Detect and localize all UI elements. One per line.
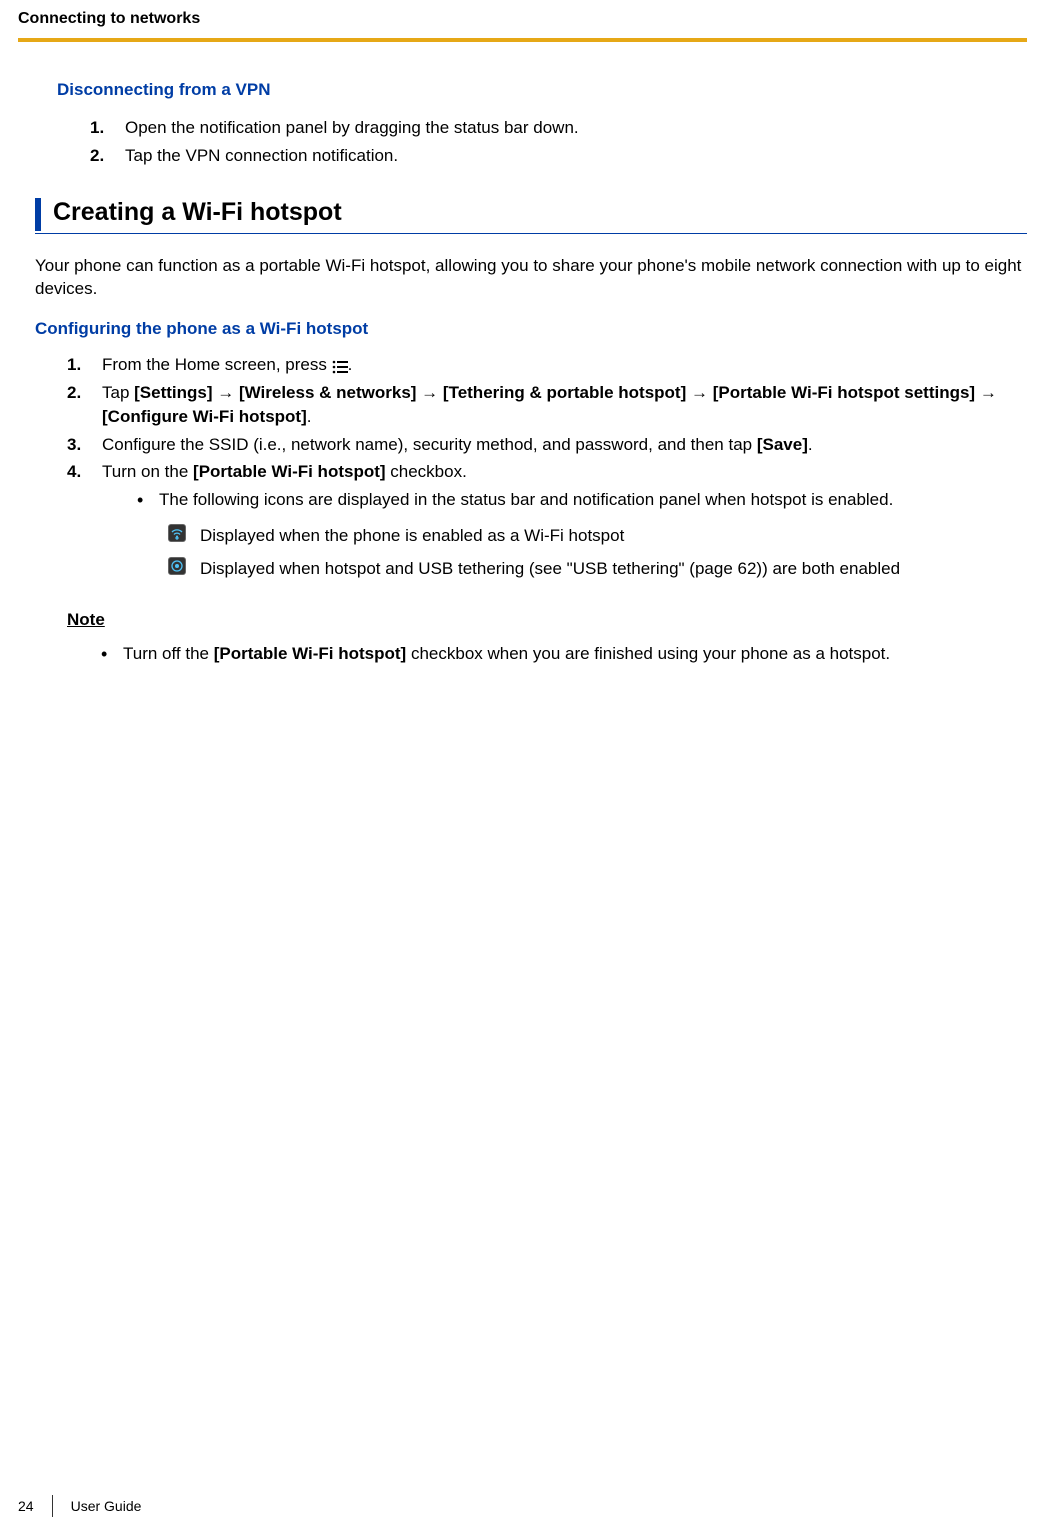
icon-description-table: Displayed when the phone is enabled as a…: [168, 524, 1027, 582]
vpn-steps-list: 1. Open the notification panel by draggi…: [90, 116, 1027, 168]
list-item: 4. Turn on the [Portable Wi-Fi hotspot] …: [67, 460, 1027, 581]
section-heading-hotspot: Creating a Wi-Fi hotspot: [53, 198, 342, 231]
footer-page-number: 24: [18, 1498, 52, 1514]
subheading-disconnect-vpn: Disconnecting from a VPN: [57, 80, 1027, 100]
icon-description: Displayed when hotspot and USB tethering…: [200, 557, 1027, 581]
step-number: 1.: [90, 116, 104, 140]
arrow-separator: →: [975, 383, 997, 402]
step-text-suffix: .: [348, 355, 353, 374]
table-row: Displayed when hotspot and USB tethering…: [168, 557, 1027, 582]
note-list: Turn off the [Portable Wi-Fi hotspot] ch…: [101, 642, 1027, 666]
step-number: 3.: [67, 433, 81, 457]
table-row: Displayed when the phone is enabled as a…: [168, 524, 1027, 549]
list-item: 2. Tap [Settings] → [Wireless & networks…: [67, 381, 1027, 429]
icon-description: Displayed when the phone is enabled as a…: [200, 524, 1027, 548]
step-text: Open the notification panel by dragging …: [125, 118, 579, 137]
header-title: Connecting to networks: [18, 10, 1027, 28]
step-text-prefix: Tap: [102, 383, 134, 402]
step-number: 4.: [67, 460, 81, 484]
sub-bullet-list: The following icons are displayed in the…: [137, 488, 1027, 512]
hotspot-intro-text: Your phone can function as a portable Wi…: [35, 254, 1027, 302]
note-text-suffix: checkbox when you are finished using you…: [406, 644, 890, 663]
arrow-separator: →: [213, 383, 239, 402]
note-heading: Note: [67, 610, 1027, 630]
hotspot-steps-list: 1. From the Home screen, press . 2. Tap …: [67, 353, 1027, 581]
step-text: Tap the VPN connection notification.: [125, 146, 398, 165]
step-text-suffix: checkbox.: [386, 462, 467, 481]
list-item: Turn off the [Portable Wi-Fi hotspot] ch…: [101, 642, 1027, 666]
step-number: 2.: [90, 144, 104, 168]
step-text-prefix: Turn on the: [102, 462, 193, 481]
icon-cell: [168, 557, 200, 582]
icon-cell: [168, 524, 200, 549]
subheading-configure-hotspot: Configuring the phone as a Wi-Fi hotspot: [35, 319, 1027, 339]
footer-divider: [52, 1495, 53, 1517]
bold-tethering: [Tethering & portable hotspot]: [443, 383, 686, 402]
note-text-prefix: Turn off the: [123, 644, 214, 663]
arrow-separator: →: [416, 383, 442, 402]
step-text-prefix: From the Home screen, press: [102, 355, 332, 374]
list-item: 1. Open the notification panel by draggi…: [90, 116, 1027, 140]
page-content: Disconnecting from a VPN 1. Open the not…: [35, 80, 1027, 665]
step-number: 2.: [67, 381, 81, 405]
bold-portable-settings: [Portable Wi-Fi hotspot settings]: [713, 383, 975, 402]
list-item: 3. Configure the SSID (i.e., network nam…: [67, 433, 1027, 457]
step-text-prefix: Configure the SSID (i.e., network name),…: [102, 435, 757, 454]
wifi-hotspot-icon: [168, 524, 186, 542]
list-item: The following icons are displayed in the…: [137, 488, 1027, 512]
bold-portable-hotspot: [Portable Wi-Fi hotspot]: [193, 462, 386, 481]
bold-settings: [Settings]: [134, 383, 212, 402]
section-underline: [35, 233, 1027, 234]
section-heading-row: Creating a Wi-Fi hotspot: [35, 198, 1027, 231]
arrow-separator: →: [686, 383, 712, 402]
bold-wireless: [Wireless & networks]: [239, 383, 416, 402]
menu-list-icon: [332, 357, 348, 371]
bold-configure: [Configure Wi-Fi hotspot]: [102, 407, 307, 426]
footer-title: User Guide: [71, 1498, 142, 1514]
tethering-icon: [168, 557, 186, 575]
step-text-suffix: .: [307, 407, 312, 426]
list-item: 2. Tap the VPN connection notification.: [90, 144, 1027, 168]
page-footer: 24 User Guide: [18, 1495, 141, 1517]
bold-save: [Save]: [757, 435, 808, 454]
page-header: Connecting to networks: [18, 10, 1027, 42]
list-item: 1. From the Home screen, press .: [67, 353, 1027, 377]
section-heading-accent: [35, 198, 41, 231]
bold-portable-hotspot: [Portable Wi-Fi hotspot]: [214, 644, 407, 663]
header-accent-line: [18, 38, 1027, 42]
step-text-suffix: .: [808, 435, 813, 454]
step-number: 1.: [67, 353, 81, 377]
bullet-text: The following icons are displayed in the…: [159, 490, 893, 509]
